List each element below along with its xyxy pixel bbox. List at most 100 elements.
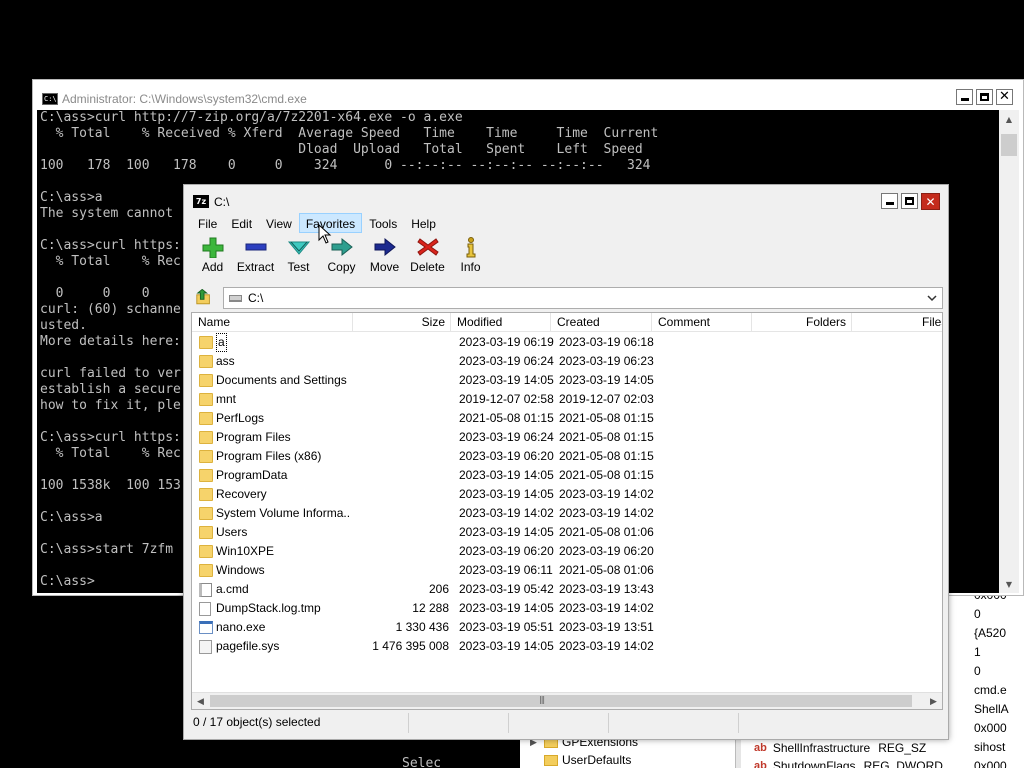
scroll-left-icon[interactable]: ◀ — [192, 693, 209, 709]
extract-button[interactable]: Extract — [234, 236, 277, 280]
file-created: 2021-05-08 01:06 — [559, 525, 654, 539]
scroll-up-icon[interactable]: ▲ — [999, 110, 1019, 128]
menu-tools[interactable]: Tools — [362, 213, 404, 233]
file-modified: 2023-03-19 14:05 — [459, 525, 554, 539]
table-row[interactable]: Documents and Settings 2023-03-19 14:05 20… — [192, 371, 942, 390]
info-icon — [466, 237, 475, 258]
add-label: Add — [201, 260, 224, 274]
maximize-icon — [980, 93, 989, 101]
path-text: C:\ — [248, 291, 264, 305]
folder-icon — [199, 469, 213, 482]
delete-button[interactable]: Delete — [406, 236, 449, 280]
table-row[interactable]: Program Files (x86) 2023-03-19 06:20 2021-… — [192, 447, 942, 466]
table-row[interactable]: nano.exe 1 330 436 2023-03-19 05:51 2023-03… — [192, 618, 942, 637]
table-row[interactable]: ass 2023-03-19 06:24 2023-03-19 06:23 — [192, 352, 942, 371]
column-header-files[interactable]: Files — [852, 313, 942, 332]
cmd-vertical-scrollbar[interactable]: ▲ ▼ — [999, 110, 1019, 593]
column-header-folders[interactable]: Folders — [752, 313, 852, 332]
file-size: 12 288 — [412, 601, 449, 615]
file-modified: 2023-03-19 14:05 — [459, 487, 554, 501]
scroll-thumb[interactable] — [1001, 134, 1017, 156]
file-icon — [199, 602, 213, 616]
file-rows: a 2023-03-19 06:19 2023-03-19 06:18 ass 2023… — [192, 333, 942, 656]
column-header-created[interactable]: Created — [551, 313, 652, 332]
file-size — [352, 352, 449, 371]
info-button[interactable]: Info — [449, 236, 492, 280]
folder-icon — [199, 450, 213, 464]
test-button[interactable]: Test — [277, 236, 320, 280]
close-button[interactable]: ✕ — [921, 193, 940, 210]
scroll-right-icon[interactable]: ▶ — [925, 693, 942, 709]
minimize-button[interactable] — [881, 193, 898, 209]
file-list[interactable]: Name Size Modified Created Comment Folde… — [191, 312, 943, 710]
folder-icon — [199, 564, 213, 578]
scroll-thumb[interactable] — [210, 695, 912, 707]
folder-icon — [199, 412, 213, 426]
up-folder-button[interactable] — [193, 287, 215, 307]
table-row[interactable]: ProgramData 2023-03-19 14:05 2021-05-08 01… — [192, 466, 942, 485]
file-name: Documents and Settings — [216, 373, 347, 387]
move-button[interactable]: Move — [363, 236, 406, 280]
column-header-modified[interactable]: Modified — [451, 313, 551, 332]
table-row[interactable]: Win10XPE 2023-03-19 06:20 2023-03-19 06:20 — [192, 542, 942, 561]
registry-value-name: ShellInfrastructure — [772, 741, 871, 755]
table-row[interactable]: PerfLogs 2021-05-08 01:15 2021-05-08 01:15 — [192, 409, 942, 428]
path-combobox[interactable]: C:\ — [223, 287, 943, 309]
maximize-button[interactable] — [976, 89, 993, 105]
table-row[interactable]: Users 2023-03-19 14:05 2021-05-08 01:06 — [192, 523, 942, 542]
scroll-down-icon[interactable]: ▼ — [999, 575, 1019, 593]
horizontal-scrollbar[interactable]: ◀ ||| ▶ — [192, 692, 942, 709]
table-row[interactable]: mnt 2019-12-07 02:58 2019-12-07 02:03 — [192, 390, 942, 409]
table-row[interactable]: a.cmd 206 2023-03-19 05:42 2023-03-19 13:43 — [192, 580, 942, 599]
file-created: 2023-03-19 06:23 — [559, 354, 654, 368]
file-created: 2021-05-08 01:15 — [559, 411, 654, 425]
table-row[interactable]: Program Files 2023-03-19 06:24 2021-05-08 … — [192, 428, 942, 447]
file-created: 2023-03-19 06:20 — [559, 544, 654, 558]
file-created: 2023-03-19 13:43 — [559, 582, 654, 596]
status-cell — [409, 713, 509, 733]
menu-view[interactable]: View — [259, 213, 299, 233]
table-row[interactable]: System Volume Informa... 2023-03-19 14:02… — [192, 504, 942, 523]
delete-label: Delete — [410, 260, 445, 274]
file-name: Windows — [216, 563, 265, 577]
column-header-size[interactable]: Size — [353, 313, 451, 332]
zip-window-controls: ✕ — [881, 193, 940, 210]
chevron-down-icon[interactable] — [926, 292, 938, 304]
add-button[interactable]: Add — [191, 236, 234, 280]
zip-title-bar[interactable]: 7z C:\ ✕ — [184, 185, 948, 215]
file-name: ProgramData — [216, 468, 288, 482]
table-row[interactable]: DumpStack.log.tmp 12 288 2023-03-19 14:05 2… — [192, 599, 942, 618]
menu-edit[interactable]: Edit — [224, 213, 259, 233]
file-modified: 2023-03-19 05:51 — [459, 620, 554, 634]
table-row[interactable]: pagefile.sys 1 476 395 008 2023-03-19 14:0… — [192, 637, 942, 656]
column-header-comment[interactable]: Comment — [652, 313, 752, 332]
menu-file[interactable]: File — [191, 213, 224, 233]
registry-value-row[interactable]: ab ShutdownFlags REG_DWORD — [754, 759, 943, 768]
folder-icon — [199, 393, 213, 407]
close-button[interactable]: ✕ — [996, 89, 1013, 105]
registry-value-type: REG_SZ — [878, 741, 927, 755]
minimize-button[interactable] — [956, 89, 973, 105]
tree-item-userdefaults[interactable]: UserDefaults — [530, 753, 631, 767]
table-row[interactable]: Recovery 2023-03-19 14:05 2023-03-19 14:02 — [192, 485, 942, 504]
sys-icon — [199, 640, 213, 654]
folder-icon — [199, 355, 213, 369]
maximize-button[interactable] — [901, 193, 918, 209]
file-modified: 2023-03-19 06:24 — [459, 430, 554, 444]
status-bar: 0 / 17 object(s) selected — [191, 713, 943, 733]
minus-icon — [245, 243, 266, 251]
folder-icon — [199, 431, 213, 444]
maximize-icon — [905, 197, 914, 205]
file-created: 2023-03-19 14:02 — [559, 639, 654, 653]
registry-value-row[interactable]: ab ShellInfrastructure REG_SZ — [754, 741, 926, 755]
registry-data: ShellA — [974, 702, 1009, 716]
column-header-name[interactable]: Name — [192, 313, 353, 332]
plus-icon — [202, 237, 223, 258]
folder-icon — [199, 450, 213, 463]
file-name: Win10XPE — [216, 544, 275, 558]
table-row[interactable]: a 2023-03-19 06:19 2023-03-19 06:18 — [192, 333, 942, 352]
close-icon: ✕ — [925, 194, 936, 209]
cmd-title-bar[interactable]: C:\ Administrator: C:\Windows\system32\c… — [33, 80, 1023, 110]
menu-help[interactable]: Help — [404, 213, 443, 233]
table-row[interactable]: Windows 2023-03-19 06:11 2021-05-08 01:06 — [192, 561, 942, 580]
